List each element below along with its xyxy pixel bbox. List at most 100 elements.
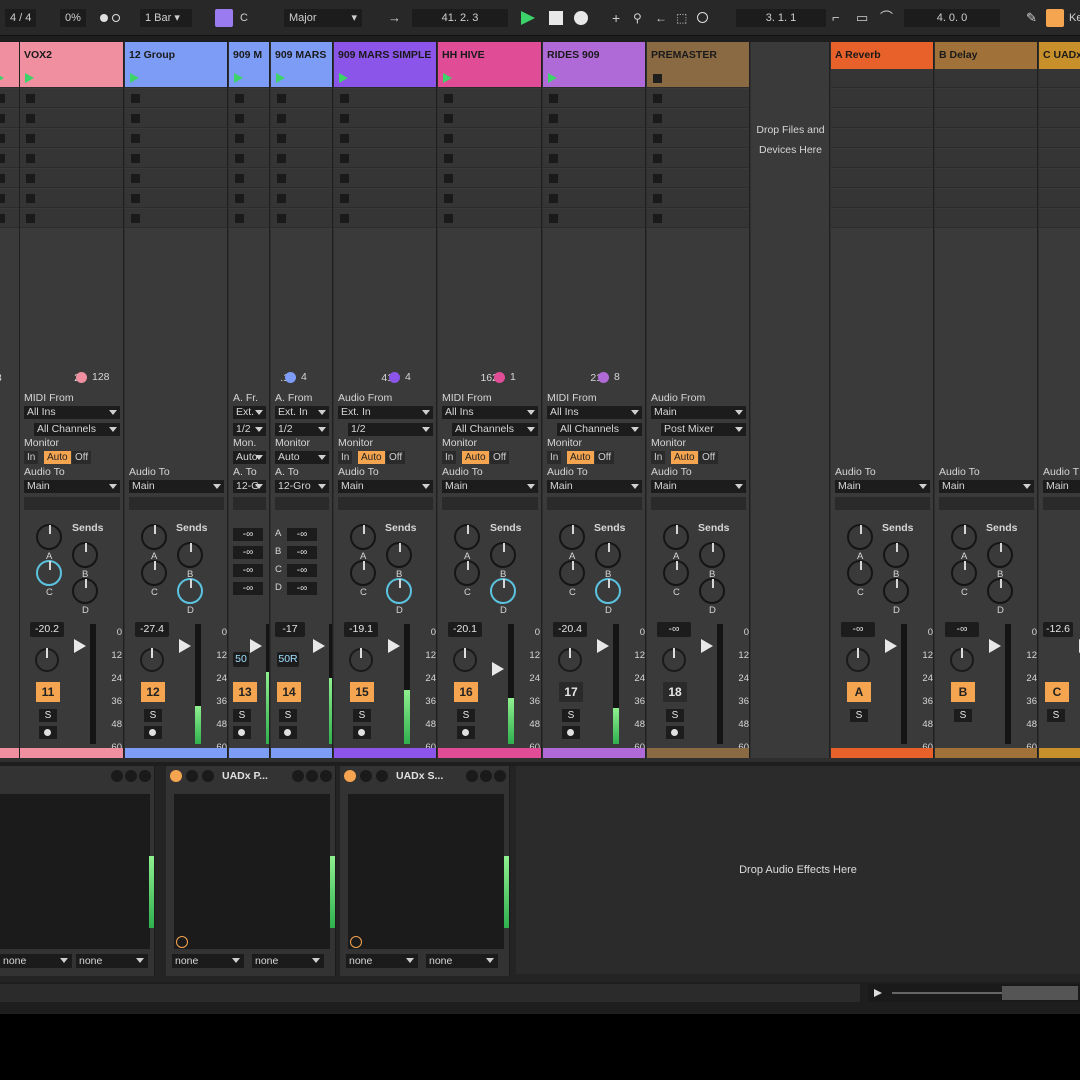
- input-type-select[interactable]: Ext. In: [338, 406, 433, 419]
- save-icon[interactable]: [480, 770, 492, 782]
- output-channel-select[interactable]: [547, 497, 642, 510]
- save-icon[interactable]: [125, 770, 137, 782]
- clip-slot[interactable]: [438, 189, 541, 208]
- input-channel-select[interactable]: 1/2: [275, 423, 329, 436]
- clip-stop-icon[interactable]: [277, 114, 286, 123]
- audio-to-select[interactable]: Main: [939, 480, 1034, 493]
- clip-slot[interactable]: [647, 189, 749, 208]
- follow-icon[interactable]: →: [388, 9, 401, 27]
- send-d-value[interactable]: -∞: [287, 582, 317, 595]
- clip-slot[interactable]: [647, 89, 749, 108]
- clip-stop-icon[interactable]: [235, 114, 244, 123]
- clip-slot[interactable]: [125, 149, 227, 168]
- track-activator[interactable]: 15: [350, 682, 374, 702]
- solo-button[interactable]: S: [279, 709, 297, 722]
- track-activator[interactable]: 17: [559, 682, 583, 702]
- solo-button[interactable]: S: [233, 709, 251, 722]
- track-header[interactable]: PREMASTER: [647, 42, 749, 69]
- clip-slot[interactable]: [935, 109, 1037, 128]
- clip-slot[interactable]: [20, 129, 123, 148]
- input-type-select[interactable]: All Ins: [24, 406, 120, 419]
- solo-button[interactable]: S: [562, 709, 580, 722]
- clip-slot[interactable]: [831, 149, 933, 168]
- input-channel-select[interactable]: All Channels: [452, 423, 538, 436]
- clip-slot[interactable]: [229, 209, 269, 228]
- clip-slot[interactable]: [647, 149, 749, 168]
- send-d-knob[interactable]: [177, 578, 203, 604]
- monitor-in-button[interactable]: In: [651, 451, 666, 464]
- track-activator[interactable]: 16: [454, 682, 478, 702]
- send-c-knob[interactable]: [350, 560, 376, 586]
- sidechain-select-1[interactable]: none: [346, 954, 418, 968]
- track-partial[interactable]: 28: [0, 42, 20, 758]
- clip-slot[interactable]: [20, 109, 123, 128]
- volume-value[interactable]: -17: [275, 622, 305, 637]
- clip-slot[interactable]: [935, 89, 1037, 108]
- device-expand-icon[interactable]: [360, 770, 372, 782]
- clip-slot[interactable]: [1039, 109, 1080, 128]
- clip-slot[interactable]: [229, 169, 269, 188]
- pan-knob[interactable]: [846, 648, 870, 672]
- clip-launch-icon[interactable]: [25, 73, 34, 83]
- clip-slot[interactable]: [20, 189, 123, 208]
- clip-stop-icon[interactable]: [444, 154, 453, 163]
- volume-fader-handle[interactable]: [989, 639, 1001, 653]
- clip-slot[interactable]: [334, 149, 436, 168]
- clip-stop-icon[interactable]: [26, 214, 35, 223]
- clip-stop-icon[interactable]: [235, 94, 244, 103]
- clip-stop-icon[interactable]: [26, 194, 35, 203]
- clip-stop-icon[interactable]: [340, 154, 349, 163]
- device-plugin-window[interactable]: [0, 794, 150, 949]
- clip-slot[interactable]: [647, 109, 749, 128]
- monitor-off-button[interactable]: Off: [595, 451, 615, 464]
- clip-slot[interactable]: [1039, 189, 1080, 208]
- pan-knob[interactable]: [453, 648, 477, 672]
- send-d-knob[interactable]: [72, 578, 98, 604]
- send-c-value[interactable]: -∞: [233, 564, 263, 577]
- send-c-knob[interactable]: [454, 560, 480, 586]
- volume-value[interactable]: -27.4: [135, 622, 169, 637]
- send-d-knob[interactable]: [883, 578, 909, 604]
- clip-slot[interactable]: [20, 169, 123, 188]
- clip-slot[interactable]: [125, 89, 227, 108]
- pan-value[interactable]: 50R: [277, 652, 299, 667]
- track-activator[interactable]: C: [1045, 682, 1069, 702]
- clip-stop-icon[interactable]: [549, 214, 558, 223]
- pan-knob[interactable]: [558, 648, 582, 672]
- clip-slot[interactable]: [543, 209, 645, 228]
- clip-launch-icon[interactable]: [130, 73, 139, 83]
- clip-stop-icon[interactable]: [444, 194, 453, 203]
- clip-slot[interactable]: [831, 69, 933, 88]
- audio-to-select[interactable]: Main: [442, 480, 538, 493]
- clip-slot[interactable]: [334, 69, 436, 88]
- clip-slot[interactable]: [0, 149, 19, 168]
- output-channel-select[interactable]: [442, 497, 538, 510]
- send-b-value[interactable]: -∞: [233, 546, 263, 559]
- arm-button[interactable]: [562, 726, 580, 739]
- clip-slot[interactable]: [20, 149, 123, 168]
- track-header[interactable]: 12 Group: [125, 42, 227, 69]
- monitor-select[interactable]: Auto: [275, 451, 329, 464]
- volume-fader-handle[interactable]: [597, 639, 609, 653]
- clip-slot[interactable]: [438, 109, 541, 128]
- send-c-knob[interactable]: [951, 560, 977, 586]
- track-c-uadx[interactable]: C UADx Audio T Main -12.6 C S: [1039, 42, 1080, 758]
- arm-button[interactable]: [233, 726, 251, 739]
- output-channel-select[interactable]: [835, 497, 930, 510]
- track-activator[interactable]: 18: [663, 682, 687, 702]
- monitor-off-button[interactable]: Off: [490, 451, 510, 464]
- track-a-reverb[interactable]: A Reverb Audio To Main Sends A B C D -∞ A S 0 12 24 36…: [831, 42, 934, 758]
- clip-stop-icon[interactable]: [0, 174, 5, 183]
- clip-stop-icon[interactable]: [653, 154, 662, 163]
- send-b-knob[interactable]: [595, 542, 621, 568]
- track-header[interactable]: 909 MARS SIMPLE: [334, 42, 436, 69]
- clip-slot[interactable]: [229, 189, 269, 208]
- clip-stop-icon[interactable]: [131, 174, 140, 183]
- audio-to-select[interactable]: Main: [338, 480, 433, 493]
- clip-stop-icon[interactable]: [235, 214, 244, 223]
- clip-stop-icon[interactable]: [340, 94, 349, 103]
- clip-launch-icon[interactable]: [548, 73, 557, 83]
- device-0[interactable]: none none: [0, 766, 155, 976]
- volume-fader-handle[interactable]: [74, 639, 86, 653]
- track-909-mars-simple[interactable]: 909 MARS SIMPLE 41 4 Audio From Ext. In 1/2 Mo…: [334, 42, 437, 758]
